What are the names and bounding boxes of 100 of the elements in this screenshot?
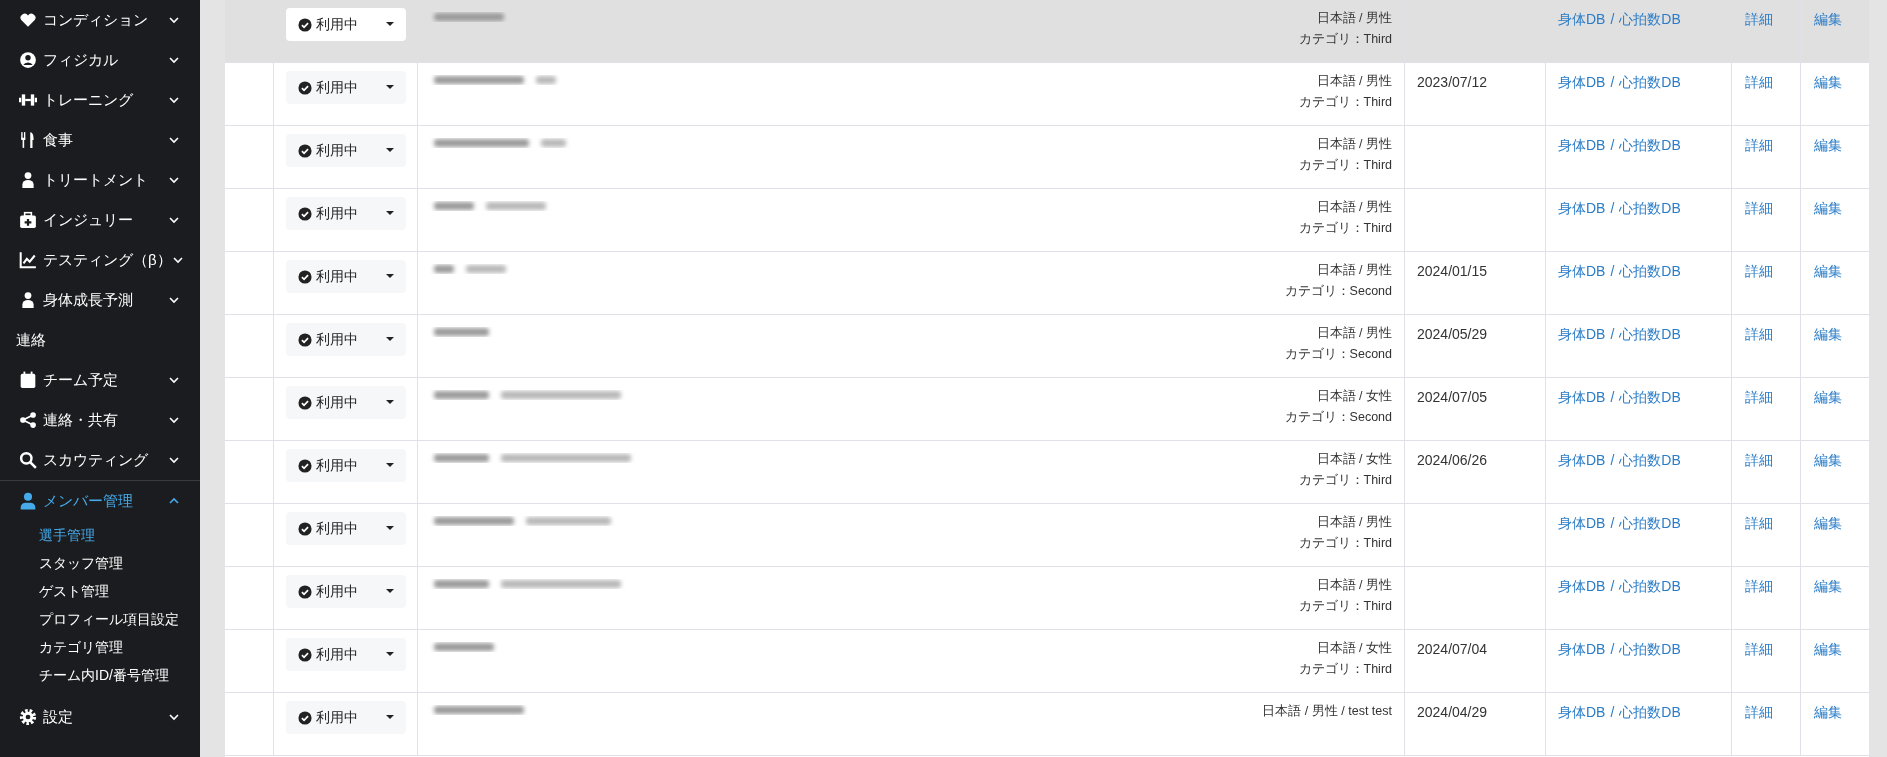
edit-link[interactable]: 編集 [1814,137,1842,153]
edit-link[interactable]: 編集 [1814,578,1842,594]
status-dropdown[interactable]: 利用中 [286,260,406,293]
menu-item[interactable]: インジュリー [0,200,200,240]
table-row[interactable]: 利用中 日本語 / 男性 カテゴリ：Third 身体DB / 心拍数DB 詳細 編集 [225,0,1869,63]
edit-link[interactable]: 編集 [1814,452,1842,468]
edit-link[interactable]: 編集 [1814,326,1842,342]
db-link[interactable]: 身体DB [1558,11,1606,27]
check-circle-icon [298,143,312,158]
menu-item[interactable]: フィジカル [0,40,200,80]
table-row[interactable]: 利用中 日本語 / 男性 カテゴリ：Third 身体DB / 心拍数DB 詳細 編集 [225,567,1869,630]
menu-item[interactable]: スカウティング [0,440,200,480]
db-link[interactable]: 心拍数DB [1619,137,1681,153]
detail-link[interactable]: 詳細 [1745,704,1773,720]
menu-item[interactable]: 身体成長予測 [0,280,200,320]
edit-link[interactable]: 編集 [1814,389,1842,405]
check-circle-icon [298,269,312,284]
status-dropdown[interactable]: 利用中 [286,8,406,41]
db-link[interactable]: 身体DB [1558,641,1606,657]
menu-item[interactable]: 食事 [0,120,200,160]
table-row[interactable]: 利用中 日本語 / 女性 カテゴリ：Second 2024/07/05 身体DB / 心拍数DB 詳細 編集 [225,378,1869,441]
menu-item[interactable]: トリートメント [0,160,200,200]
status-dropdown[interactable]: 利用中 [286,575,406,608]
submenu-item[interactable]: プロフィール項目設定 [0,605,200,633]
detail-link[interactable]: 詳細 [1745,641,1773,657]
user-circle-icon [19,51,37,69]
menu-item[interactable]: チーム予定 [0,360,200,400]
detail-link[interactable]: 詳細 [1745,578,1773,594]
db-link[interactable]: 心拍数DB [1619,515,1681,531]
db-link[interactable]: 心拍数DB [1619,200,1681,216]
db-link[interactable]: 心拍数DB [1619,263,1681,279]
detail-link[interactable]: 詳細 [1745,137,1773,153]
db-link[interactable]: 身体DB [1558,326,1606,342]
check-circle-icon [298,206,312,221]
status-dropdown[interactable]: 利用中 [286,638,406,671]
edit-link[interactable]: 編集 [1814,74,1842,90]
submenu-item[interactable]: 選手管理 [0,521,200,549]
menu-item[interactable]: 設定 [0,697,200,737]
edit-link[interactable]: 編集 [1814,641,1842,657]
menu-item[interactable]: 連絡・共有 [0,400,200,440]
table-row[interactable]: 利用中 日本語 / 男性 カテゴリ：Second 2024/05/29 身体DB / 心拍数DB 詳細 編集 [225,315,1869,378]
utensils-icon [19,131,37,149]
detail-link[interactable]: 詳細 [1745,11,1773,27]
db-link[interactable]: 心拍数DB [1619,389,1681,405]
db-link[interactable]: 身体DB [1558,200,1606,216]
status-dropdown[interactable]: 利用中 [286,71,406,104]
detail-link[interactable]: 詳細 [1745,74,1773,90]
db-link[interactable]: 身体DB [1558,389,1606,405]
separator-text: / [1610,515,1615,531]
table-row[interactable]: 利用中 日本語 / 男性 カテゴリ：Third 身体DB / 心拍数DB 詳細 編集 [225,126,1869,189]
db-link[interactable]: 身体DB [1558,263,1606,279]
submenu-item[interactable]: スタッフ管理 [0,549,200,577]
detail-link[interactable]: 詳細 [1745,389,1773,405]
status-dropdown[interactable]: 利用中 [286,386,406,419]
detail-link[interactable]: 詳細 [1745,326,1773,342]
db-link[interactable]: 心拍数DB [1619,74,1681,90]
submenu-item[interactable]: カテゴリ管理 [0,633,200,661]
detail-link[interactable]: 詳細 [1745,200,1773,216]
menu-item[interactable]: トレーニング [0,80,200,120]
db-link[interactable]: 身体DB [1558,452,1606,468]
db-link[interactable]: 身体DB [1558,74,1606,90]
edit-link[interactable]: 編集 [1814,200,1842,216]
status-dropdown[interactable]: 利用中 [286,134,406,167]
check-circle-icon [298,584,312,599]
submenu-item[interactable]: チーム内ID/番号管理 [0,661,200,689]
db-link[interactable]: 身体DB [1558,704,1606,720]
profile-text: 日本語 / 男性 / test test [1262,703,1392,720]
table-row[interactable]: 利用中 日本語 / 男性 カテゴリ：Second 2024/01/15 身体DB / 心拍数DB 詳細 編集 [225,252,1869,315]
db-link[interactable]: 身体DB [1558,137,1606,153]
caret-icon [386,148,394,153]
edit-link[interactable]: 編集 [1814,515,1842,531]
db-link[interactable]: 心拍数DB [1619,641,1681,657]
status-dropdown[interactable]: 利用中 [286,323,406,356]
db-link[interactable]: 身体DB [1558,515,1606,531]
table-row[interactable]: 利用中 日本語 / 男性 カテゴリ：Third 2023/07/12 身体DB / 心拍数DB 詳細 編集 [225,63,1869,126]
menu-item[interactable]: コンディション [0,0,200,40]
edit-link[interactable]: 編集 [1814,704,1842,720]
db-link[interactable]: 心拍数DB [1619,578,1681,594]
separator-text: / [1610,11,1615,27]
status-dropdown[interactable]: 利用中 [286,449,406,482]
table-row[interactable]: 利用中 日本語 / 女性 カテゴリ：Third 2024/07/04 身体DB / 心拍数DB 詳細 編集 [225,630,1869,693]
table-row[interactable]: 利用中 日本語 / 男性 カテゴリ：Third 身体DB / 心拍数DB 詳細 編集 [225,189,1869,252]
db-link[interactable]: 心拍数DB [1619,11,1681,27]
edit-link[interactable]: 編集 [1814,11,1842,27]
db-link[interactable]: 心拍数DB [1619,326,1681,342]
table-row[interactable]: 利用中 日本語 / 男性 / test test 2024/04/29 身体DB / 心拍数DB 詳細 編集 [225,693,1869,756]
status-dropdown[interactable]: 利用中 [286,197,406,230]
detail-link[interactable]: 詳細 [1745,263,1773,279]
status-dropdown[interactable]: 利用中 [286,701,406,734]
db-link[interactable]: 身体DB [1558,578,1606,594]
menu-item[interactable]: テスティング（β） [0,240,200,280]
detail-link[interactable]: 詳細 [1745,515,1773,531]
submenu-item[interactable]: ゲスト管理 [0,577,200,605]
detail-link[interactable]: 詳細 [1745,452,1773,468]
db-link[interactable]: 心拍数DB [1619,704,1681,720]
table-row[interactable]: 利用中 日本語 / 女性 カテゴリ：Third 2024/06/26 身体DB / 心拍数DB 詳細 編集 [225,441,1869,504]
db-link[interactable]: 心拍数DB [1619,452,1681,468]
edit-link[interactable]: 編集 [1814,263,1842,279]
table-row[interactable]: 利用中 日本語 / 男性 カテゴリ：Third 身体DB / 心拍数DB 詳細 編集 [225,504,1869,567]
status-dropdown[interactable]: 利用中 [286,512,406,545]
